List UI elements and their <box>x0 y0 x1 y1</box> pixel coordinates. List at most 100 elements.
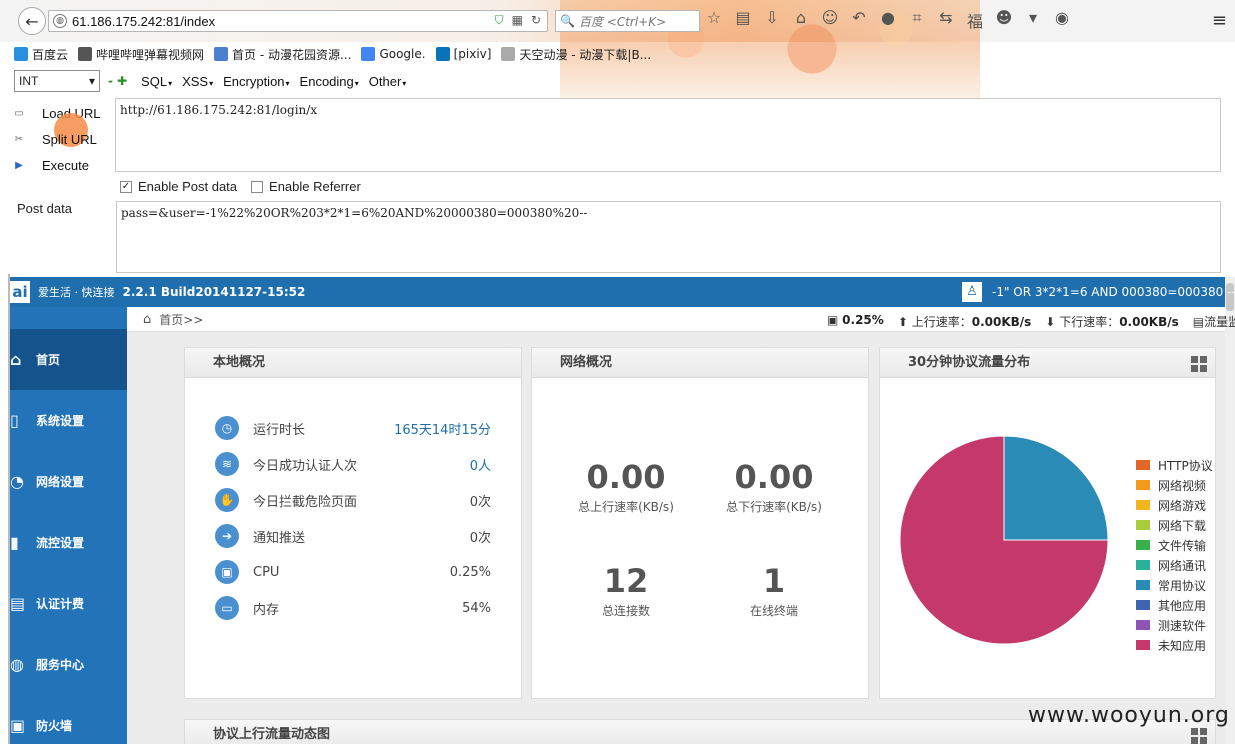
legend-item[interactable]: 网络下载 <box>1136 515 1213 535</box>
star-icon[interactable]: ☆ <box>705 8 723 32</box>
globe-service-icon: ◍ <box>10 655 24 674</box>
bookmark-item[interactable]: 百度云 <box>14 46 68 63</box>
legend-item[interactable]: 其他应用 <box>1136 595 1213 615</box>
hand-icon: ✋ <box>215 488 239 512</box>
legend-item[interactable]: 未知应用 <box>1136 635 1213 655</box>
bookmark-icon <box>501 47 516 61</box>
back-button[interactable]: ← <box>18 7 46 35</box>
grid-icon[interactable] <box>1191 728 1207 744</box>
menu-sql[interactable]: SQL <box>141 74 172 89</box>
home-icon[interactable]: ⌂ <box>143 312 151 327</box>
bookmark-item[interactable]: [pixiv] <box>435 47 491 61</box>
encoding-select[interactable]: INT ▾ <box>14 70 100 92</box>
sidebar-item-network[interactable]: ◔ 网络设置 <box>10 451 127 512</box>
menu-other[interactable]: Other <box>369 74 407 89</box>
sidebar-item-service[interactable]: ◍ 服务中心 <box>10 634 127 695</box>
eye-icon[interactable]: ◉ <box>1053 8 1071 32</box>
chevron-down-icon: ▾ <box>88 74 95 88</box>
reload-icon[interactable]: ↻ <box>531 13 541 28</box>
search-box[interactable]: 🔍 百度 <Ctrl+K> <box>555 10 700 32</box>
bookmark-icon <box>435 47 450 61</box>
bar-chart-icon: ▮ <box>10 533 19 552</box>
legend-label: 其他应用 <box>1158 598 1207 613</box>
bookmark-item[interactable]: 哔哩哔哩弹幕视频网 <box>78 46 204 63</box>
panel-title: 30分钟协议流量分布 <box>880 348 1215 378</box>
online-terminals-stat: 1 在线终端 <box>749 562 798 618</box>
bookmark-icon <box>78 47 93 61</box>
legend-swatch <box>1136 620 1150 630</box>
legend-item[interactable]: 文件传输 <box>1136 535 1213 555</box>
shield-icon[interactable]: ⛉ <box>495 13 504 28</box>
legend-swatch <box>1136 500 1150 510</box>
url-textarea[interactable]: http://61.186.175.242:81/login/x <box>115 98 1221 172</box>
bookmark-item[interactable]: 首页 - 动漫花园资源... <box>214 46 351 63</box>
uptime-row: ◷ 运行时长 165天14时15分 <box>215 415 491 441</box>
legend-label: 网络游戏 <box>1158 498 1207 513</box>
watermark: www.wooyun.org <box>1028 703 1230 728</box>
total-upload-stat: 0.00 总上行速率(KB/s) <box>578 458 674 514</box>
sidebar-item-system[interactable]: ▯ 系统设置 <box>10 390 127 451</box>
smile-face-icon[interactable]: ☻ <box>995 8 1013 32</box>
sidebar-item-home[interactable]: ⌂ 首页 <box>10 329 127 390</box>
total-download-stat: 0.00 总下行速率(KB/s) <box>726 458 822 514</box>
download-stat: ⬇ 下行速率：0.00KB/s <box>1045 315 1179 329</box>
undo-icon[interactable]: ↶ <box>850 8 868 32</box>
chip-icon: ▣ <box>827 313 839 327</box>
breadcrumb[interactable]: 首页>> <box>159 311 203 328</box>
bookmark-icon <box>214 47 229 61</box>
checkbox-checked[interactable]: ✓ <box>120 180 132 193</box>
legend-item[interactable]: 测速软件 <box>1136 615 1213 635</box>
legend-label: 测速软件 <box>1158 618 1207 633</box>
reading-list-icon[interactable]: ▤ <box>734 8 752 32</box>
legend-item[interactable]: 网络视频 <box>1136 475 1213 495</box>
menu-encryption[interactable]: Encryption <box>223 74 289 89</box>
grid-icon[interactable] <box>1191 356 1207 372</box>
dropdown-icon[interactable]: ▾ <box>1024 8 1042 32</box>
auth-count-row: ≋ 今日成功认证人次 0人 <box>215 451 491 477</box>
download-icon[interactable]: ⇩ <box>763 8 781 32</box>
legend-swatch <box>1136 600 1150 610</box>
legend-item[interactable]: 网络游戏 <box>1136 495 1213 515</box>
home-icon[interactable]: ⌂ <box>792 8 810 32</box>
globe-icon: ◔ <box>10 472 24 491</box>
pie-slice-6[interactable] <box>1003 435 1109 541</box>
qr-code-icon[interactable]: ▦ <box>512 13 523 28</box>
address-bar[interactable]: ◍ 61.186.175.242:81/index ⛉ ▦ ↻ <box>48 10 548 32</box>
checkbox-unchecked[interactable] <box>251 180 264 193</box>
hamburger-menu-icon[interactable]: ≡ <box>1212 10 1227 31</box>
memory-icon: ▭ <box>215 596 239 620</box>
user-icon[interactable]: ♙ <box>962 282 982 302</box>
protocol-pie-chart <box>899 435 1109 645</box>
chat-icon[interactable]: ● <box>879 8 897 32</box>
legend-item[interactable]: 网络通讯 <box>1136 555 1213 575</box>
sidebar-item-flow[interactable]: ▮ 流控设置 <box>10 512 127 573</box>
flow-monitor-link[interactable]: ▤流量监 <box>1193 313 1235 330</box>
legend-label: 网络通讯 <box>1158 558 1207 573</box>
cpu-icon: ▣ <box>215 560 239 584</box>
sidebar-item-billing[interactable]: ▤ 认证计费 <box>10 573 127 634</box>
bookmark-icon <box>361 47 376 61</box>
sidebar-item-firewall[interactable]: ▣ 防火墙 <box>10 695 127 744</box>
bookmark-item[interactable]: Google. <box>361 47 426 61</box>
legend-label: 未知应用 <box>1158 638 1207 653</box>
crop-icon[interactable]: ⌗ <box>908 8 926 32</box>
execute-button[interactable]: ▶ Execute <box>12 152 112 178</box>
legend-item[interactable]: HTTP协议 <box>1136 455 1213 475</box>
plus-minus-icons[interactable]: -✚ <box>108 74 131 88</box>
legend-label: HTTP协议 <box>1158 458 1213 473</box>
post-data-textarea[interactable]: pass=&user=-1%22%20OR%203*2*1=6%20AND%20… <box>116 201 1221 273</box>
hackbar-actions: ▭ Load URL ✂ Split URL ▶ Execute <box>12 100 112 178</box>
fortune-icon[interactable]: 福 <box>966 8 984 32</box>
menu-encoding[interactable]: Encoding <box>300 74 359 89</box>
sync-icon[interactable]: ⇆ <box>937 8 955 32</box>
hackbar-toolbar: INT▾ -✚ SQL XSS Encryption Encoding Othe… <box>0 66 1235 96</box>
post-data-label: Post data <box>17 201 72 216</box>
smiley-icon[interactable]: ☺ <box>821 8 839 32</box>
split-url-button[interactable]: ✂ Split URL <box>12 126 112 152</box>
sidebar: ⌂ 首页 ▯ 系统设置 ◔ 网络设置 ▮ 流控设置 ▤ 认证计费 ◍ 服务中心 ▣ 防火墙 <box>10 307 127 744</box>
enable-post-checkbox[interactable]: ✓ Enable Post data <box>120 179 237 194</box>
legend-item[interactable]: 常用协议 <box>1136 575 1213 595</box>
menu-xss[interactable]: XSS <box>182 74 213 89</box>
enable-referrer-checkbox[interactable]: Enable Referrer <box>251 179 361 194</box>
bookmark-item[interactable]: 天空动漫 - 动漫下载|B... <box>501 46 651 63</box>
